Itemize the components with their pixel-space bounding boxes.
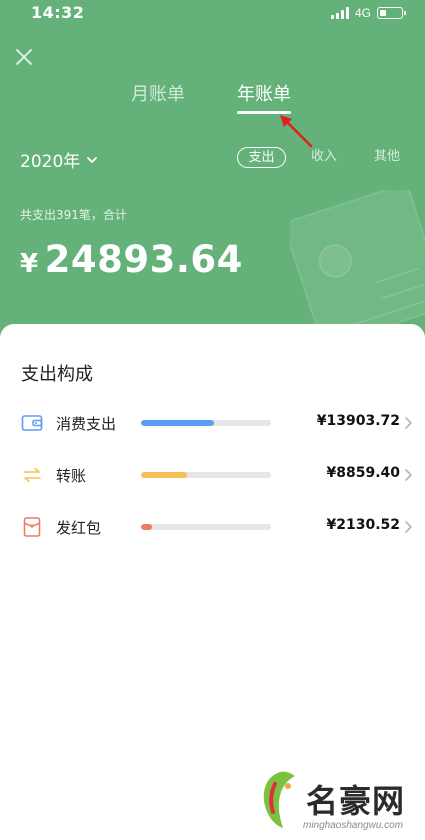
progress-fill [141, 472, 188, 478]
breakdown-title: 支出构成 [21, 364, 93, 385]
row-amount: ¥13903.72 [316, 413, 400, 429]
wallet-icon [21, 415, 43, 431]
total-amount: ¥ 24893.64 [20, 238, 243, 281]
filter-other[interactable]: 其他 [369, 147, 405, 168]
close-icon[interactable] [14, 47, 34, 67]
breakdown-row-red-packet[interactable]: 发红包 ¥2130.52 [0, 507, 425, 547]
filter-expense[interactable]: 支出 [237, 147, 286, 168]
status-bar: 14:32 4G [0, 0, 425, 26]
transfer-icon [23, 467, 41, 483]
breakdown-row-consumption[interactable]: 消费支出 ¥13903.72 [0, 403, 425, 443]
row-amount: ¥2130.52 [326, 517, 400, 533]
red-packet-icon [23, 517, 41, 537]
progress-track [141, 472, 271, 478]
signal-icon [330, 7, 349, 19]
total-value: 24893.64 [44, 238, 243, 281]
progress-fill [141, 420, 214, 426]
year-label: 2020年 [20, 152, 81, 172]
progress-track [141, 524, 271, 530]
status-time: 14:32 [31, 3, 85, 22]
watermark-logo-icon [263, 771, 295, 828]
chevron-down-icon [87, 156, 98, 163]
chevron-right-icon [405, 469, 412, 481]
summary-text: 共支出391笔，合计 [20, 208, 127, 222]
year-selector[interactable]: 2020年 [20, 147, 98, 172]
red-arrow-annotation-icon [280, 115, 313, 148]
receipt-decoration-icon [290, 190, 425, 340]
watermark-logo-text: 名豪网 [306, 782, 406, 820]
row-amount: ¥8859.40 [326, 465, 400, 481]
filter-income[interactable]: 收入 [306, 147, 342, 168]
row-label: 发红包 [56, 519, 102, 537]
row-label: 消费支出 [56, 415, 117, 433]
header: 14:32 4G 月账单 年账单 2020年 支出 收入 其他 共支出391笔，… [0, 0, 425, 340]
watermark-site: minghaoshangwu.com [303, 820, 404, 831]
tab-yearly[interactable]: 年账单 [237, 80, 291, 106]
status-indicators: 4G [330, 6, 406, 20]
currency-symbol: ¥ [20, 249, 39, 279]
row-label: 转账 [56, 467, 87, 485]
breakdown-row-transfer[interactable]: 转账 ¥8859.40 [0, 455, 425, 495]
network-type: 4G [354, 6, 371, 20]
tab-monthly[interactable]: 月账单 [131, 80, 185, 106]
chevron-right-icon [405, 521, 412, 533]
battery-icon [377, 7, 406, 19]
progress-track [141, 420, 271, 426]
progress-fill [141, 524, 153, 530]
chevron-right-icon [405, 417, 412, 429]
watermark: 名豪网 minghaoshangwu.com [255, 762, 425, 840]
